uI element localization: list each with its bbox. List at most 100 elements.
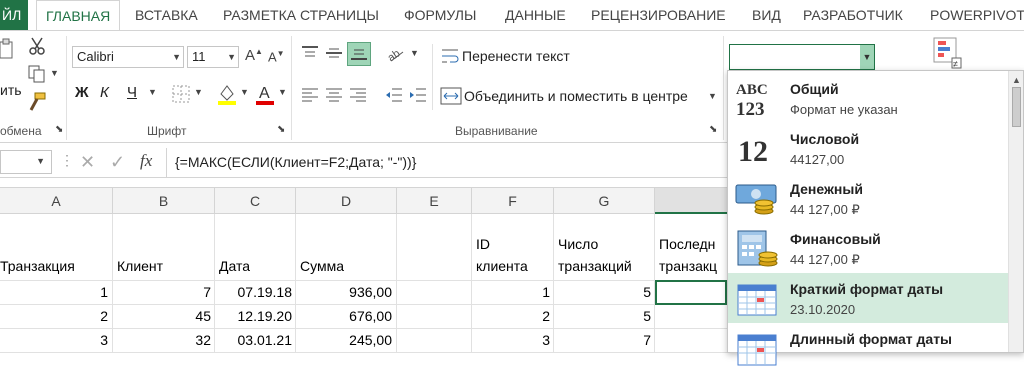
number-format-long-date[interactable]: Длинный формат даты bbox=[728, 323, 1008, 373]
wrap-text-icon[interactable] bbox=[440, 46, 460, 66]
tab-insert[interactable]: ВСТАВКА bbox=[135, 0, 198, 30]
table-cell[interactable]: 676,00 bbox=[296, 308, 392, 324]
table-cell[interactable]: 32 bbox=[113, 332, 211, 348]
fill-color-dropdown-icon[interactable]: ▼ bbox=[240, 87, 249, 97]
italic-button[interactable]: К bbox=[100, 84, 109, 101]
cell-h1-line1[interactable]: Последн bbox=[659, 236, 727, 252]
column-header-d[interactable]: D bbox=[296, 188, 397, 214]
cell-f1-line2[interactable]: клиента bbox=[476, 258, 528, 274]
column-header-c[interactable]: C bbox=[215, 188, 296, 214]
align-middle-icon[interactable] bbox=[323, 44, 345, 64]
chevron-down-icon[interactable]: ▼ bbox=[172, 47, 181, 67]
table-cell[interactable]: 07.19.18 bbox=[215, 284, 293, 300]
underline-button[interactable]: Ч bbox=[127, 84, 137, 101]
column-header-e[interactable]: E bbox=[397, 188, 472, 214]
orientation-dropdown-icon[interactable]: ▼ bbox=[410, 48, 419, 58]
table-cell[interactable]: 936,00 bbox=[296, 284, 392, 300]
tab-page-layout[interactable]: РАЗМЕТКА СТРАНИЦЫ bbox=[223, 0, 379, 30]
insert-function-icon[interactable]: fx bbox=[140, 151, 152, 171]
clipboard-dialog-launcher-icon[interactable]: ⬊ bbox=[55, 124, 63, 135]
tab-view[interactable]: ВИД bbox=[752, 0, 781, 30]
number-format-currency[interactable]: Денежный 44 127,00 ₽ bbox=[728, 173, 1008, 223]
underline-dropdown-icon[interactable]: ▼ bbox=[148, 87, 157, 97]
align-right-icon[interactable] bbox=[347, 86, 369, 106]
font-name-combobox[interactable]: Calibri ▼ bbox=[72, 46, 184, 68]
cell-g1-line1[interactable]: Число bbox=[558, 236, 598, 252]
tab-review[interactable]: РЕЦЕНЗИРОВАНИЕ bbox=[591, 0, 726, 30]
table-cell[interactable]: 1 bbox=[472, 284, 550, 300]
table-cell[interactable]: 2 bbox=[0, 308, 108, 324]
table-cell[interactable]: 12.19.20 bbox=[215, 308, 293, 324]
column-header-b[interactable]: B bbox=[113, 188, 215, 214]
column-header-f[interactable]: F bbox=[472, 188, 554, 214]
tab-file[interactable]: ЙЛ bbox=[0, 0, 28, 30]
table-cell[interactable]: 1 bbox=[0, 284, 108, 300]
increase-indent-icon[interactable] bbox=[407, 86, 429, 106]
merge-center-button[interactable]: Объединить и поместить в центре bbox=[464, 88, 688, 104]
align-center-icon[interactable] bbox=[323, 86, 345, 106]
fill-color-icon[interactable] bbox=[216, 82, 238, 106]
chevron-down-icon[interactable]: ▼ bbox=[227, 47, 236, 67]
decrease-font-size-icon[interactable]: A▼ bbox=[268, 49, 285, 64]
cell-c1[interactable]: Дата bbox=[219, 258, 250, 274]
borders-dropdown-icon[interactable]: ▼ bbox=[194, 87, 203, 97]
scrollbar-thumb[interactable] bbox=[1012, 87, 1021, 127]
tab-powerpivot[interactable]: POWERPIVOT bbox=[930, 0, 1024, 30]
enter-icon[interactable]: ✓ bbox=[110, 152, 125, 173]
conditional-formatting-icon[interactable]: ≠ bbox=[932, 36, 962, 70]
cell-h1-line2[interactable]: транзакц bbox=[659, 258, 727, 274]
copy-dropdown-icon[interactable]: ▼ bbox=[50, 68, 59, 78]
table-cell[interactable]: 3 bbox=[472, 332, 550, 348]
font-dialog-launcher-icon[interactable]: ⬊ bbox=[277, 124, 285, 135]
tab-home[interactable]: ГЛАВНАЯ bbox=[36, 0, 121, 31]
decrease-indent-icon[interactable] bbox=[383, 86, 405, 106]
name-box[interactable]: ▼ bbox=[0, 150, 52, 174]
cancel-icon[interactable]: ✕ bbox=[80, 152, 95, 173]
chevron-down-icon[interactable]: ▼ bbox=[36, 156, 45, 166]
format-painter-icon[interactable] bbox=[27, 92, 47, 112]
number-format-accounting[interactable]: Финансовый 44 127,00 ₽ bbox=[728, 223, 1008, 273]
number-format-general[interactable]: ABC 123 Общий Формат не указан bbox=[728, 73, 1008, 123]
table-cell[interactable]: 3 bbox=[0, 332, 108, 348]
wrap-text-button[interactable]: Перенести текст bbox=[462, 48, 570, 64]
align-bottom-icon[interactable] bbox=[347, 42, 371, 66]
orientation-icon[interactable]: ab bbox=[385, 44, 407, 64]
column-header-g[interactable]: G bbox=[554, 188, 655, 214]
number-format-number[interactable]: 12 Числовой 44127,00 bbox=[728, 123, 1008, 173]
copy-icon[interactable] bbox=[27, 64, 47, 84]
paste-icon[interactable] bbox=[0, 38, 14, 60]
table-cell[interactable]: 7 bbox=[554, 332, 651, 348]
alignment-dialog-launcher-icon[interactable]: ⬊ bbox=[709, 124, 717, 135]
cell-g1-line2[interactable]: транзакций bbox=[558, 258, 632, 274]
table-cell[interactable]: 2 bbox=[472, 308, 550, 324]
cell-a1[interactable]: Транзакция bbox=[0, 258, 112, 274]
increase-font-size-icon[interactable]: A▲ bbox=[245, 47, 263, 64]
chevron-down-icon[interactable]: ▼ bbox=[860, 45, 874, 69]
bold-button[interactable]: Ж bbox=[75, 84, 89, 101]
cut-icon[interactable] bbox=[27, 36, 47, 56]
merge-center-icon[interactable] bbox=[440, 86, 462, 106]
table-cell[interactable]: 45 bbox=[113, 308, 211, 324]
borders-icon[interactable] bbox=[170, 84, 192, 104]
font-color-icon[interactable]: A bbox=[254, 82, 276, 106]
number-format-short-date[interactable]: Краткий формат даты 23.10.2020 bbox=[728, 273, 1008, 323]
cell-d1[interactable]: Сумма bbox=[300, 258, 344, 274]
number-format-combobox[interactable]: ▼ bbox=[729, 44, 875, 70]
dropdown-scrollbar[interactable]: ▲ bbox=[1008, 71, 1023, 352]
tab-formulas[interactable]: ФОРМУЛЫ bbox=[404, 0, 476, 30]
cell-b1[interactable]: Клиент bbox=[117, 258, 163, 274]
table-cell[interactable]: 5 bbox=[554, 284, 651, 300]
active-cell[interactable] bbox=[655, 280, 727, 305]
table-cell[interactable]: 7 bbox=[113, 284, 211, 300]
tab-data[interactable]: ДАННЫЕ bbox=[505, 0, 566, 30]
cell-f1-line1[interactable]: ID bbox=[476, 236, 490, 252]
merge-dropdown-icon[interactable]: ▼ bbox=[708, 91, 717, 101]
align-top-icon[interactable] bbox=[299, 44, 321, 64]
table-cell[interactable]: 03.01.21 bbox=[215, 332, 293, 348]
font-size-combobox[interactable]: 11 ▼ bbox=[187, 46, 239, 68]
table-cell[interactable]: 5 bbox=[554, 308, 651, 324]
column-header-a[interactable]: A bbox=[0, 188, 113, 214]
scroll-up-icon[interactable]: ▲ bbox=[1012, 75, 1021, 85]
align-left-icon[interactable] bbox=[299, 86, 321, 106]
table-cell[interactable]: 245,00 bbox=[296, 332, 392, 348]
